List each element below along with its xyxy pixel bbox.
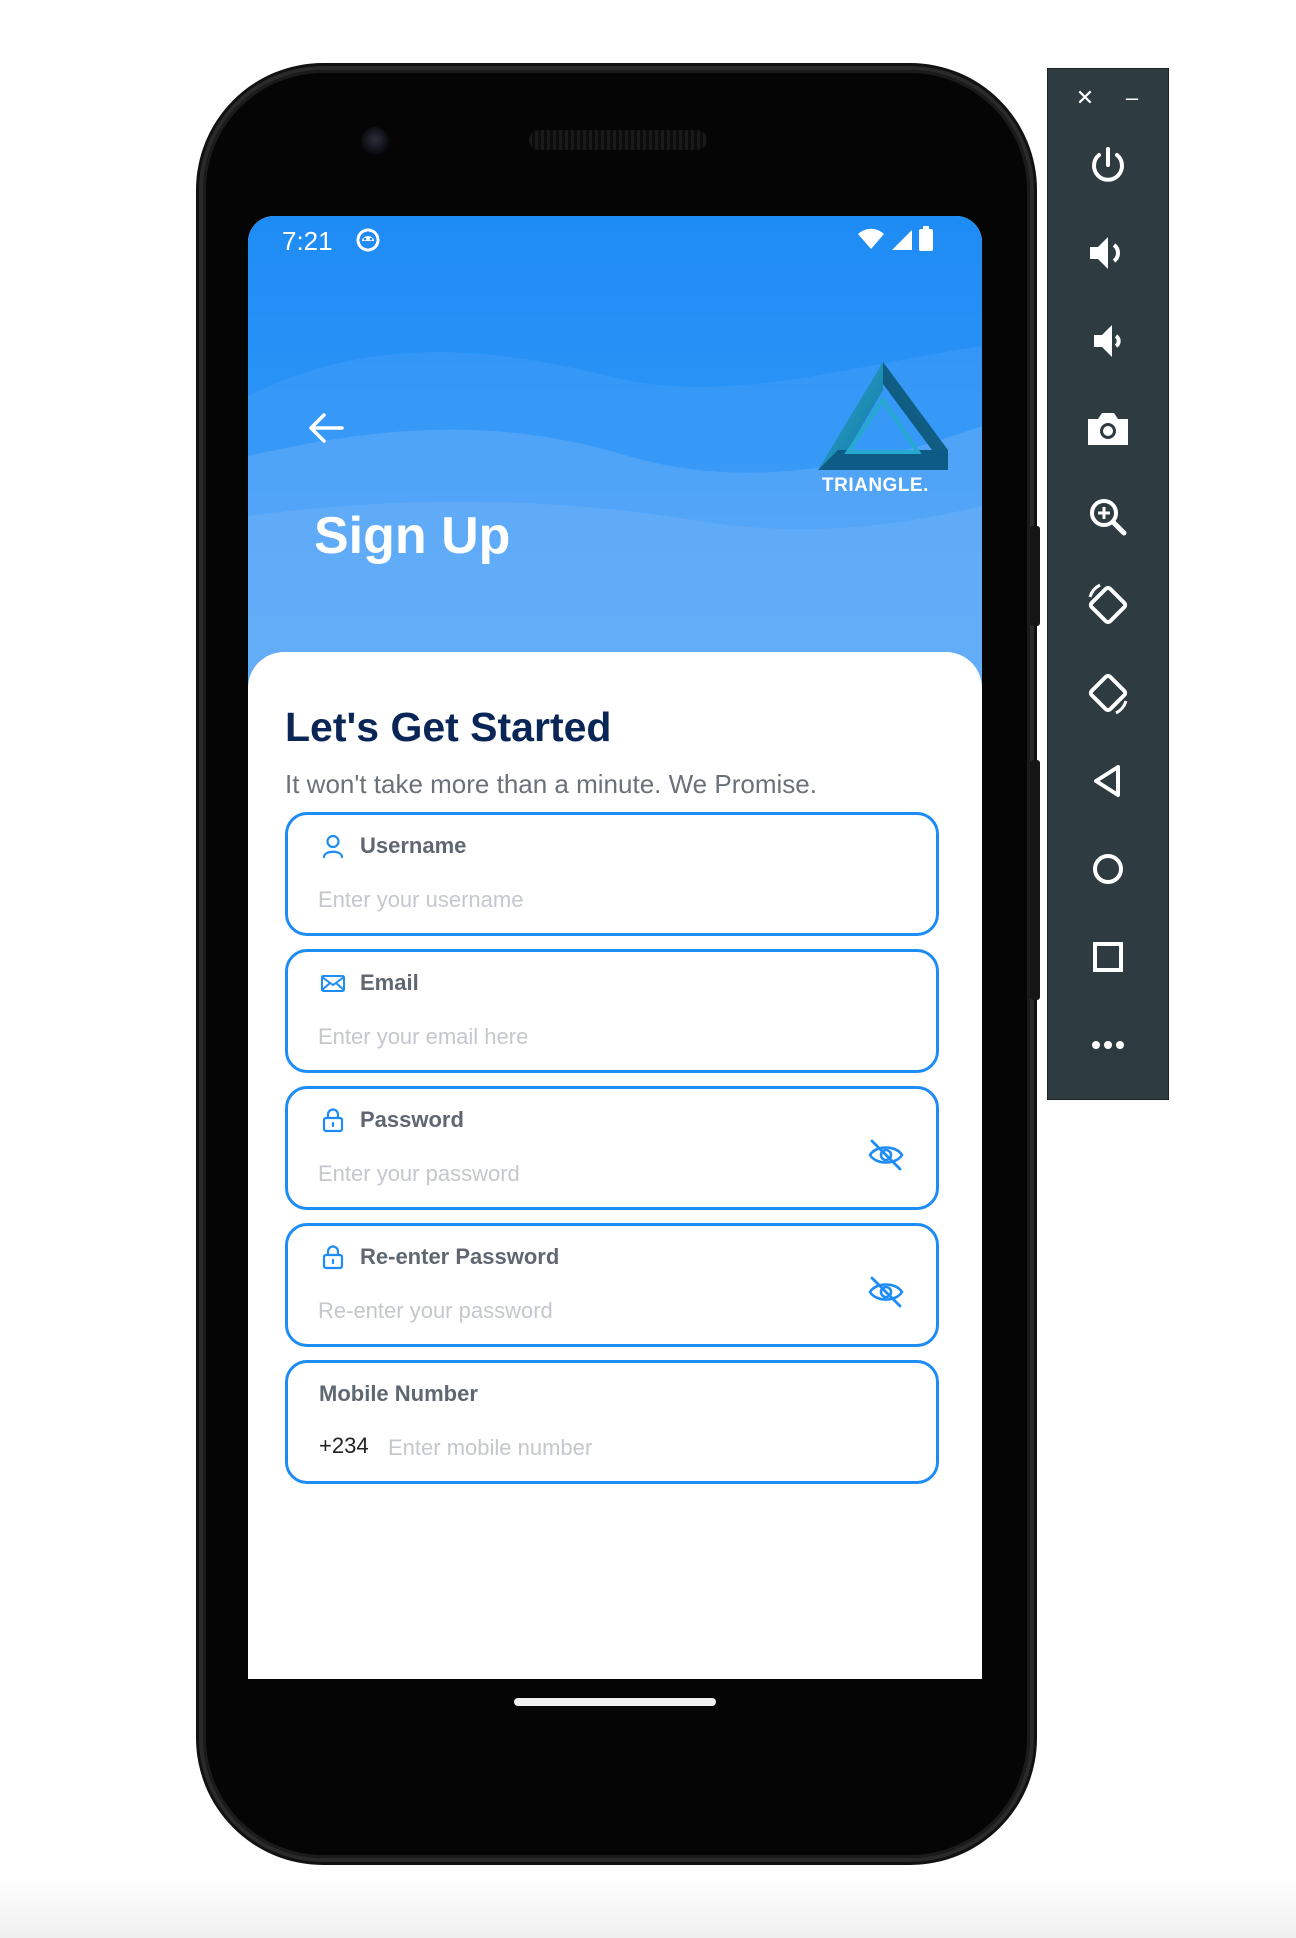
username-input[interactable] [318,883,838,917]
password-input[interactable] [318,1157,838,1191]
rotate-left-button[interactable] [1080,577,1136,633]
power-icon [1092,147,1124,182]
nav-home-button[interactable] [1080,841,1136,897]
back-arrow-icon[interactable] [304,406,348,450]
signal-icon [891,230,912,250]
minimize-icon[interactable]: – [1117,83,1147,113]
gesture-home-bar[interactable] [514,1698,716,1706]
mobile-number-label: Mobile Number [319,1381,478,1406]
zoom-in-icon [1090,499,1127,536]
password-field[interactable]: Password [285,1086,939,1210]
android-notification-icon [356,228,380,252]
mobile-number-input[interactable] [388,1431,848,1465]
signup-card: Let's Get Started It won't take more tha… [248,652,982,1679]
battery-icon [919,226,933,251]
country-code-prefix[interactable]: +234 [319,1433,369,1459]
header: 7:21 TRIANGLE. Sign Up [248,216,982,686]
status-time: 7:21 [282,226,333,256]
close-icon[interactable]: ✕ [1070,83,1100,113]
page-title: Sign Up [314,507,511,565]
power-button[interactable] [1080,137,1136,193]
mail-icon [321,975,345,992]
logo-text: TRIANGLE. [822,475,929,496]
camera-icon [1088,413,1128,445]
more-options-button[interactable] [1080,1017,1136,1073]
circle-home-icon [1093,854,1123,884]
email-input[interactable] [318,1020,838,1054]
phone-side-button [1030,526,1040,626]
reenter-password-field[interactable]: Re-enter Password [285,1223,939,1347]
more-dots-icon [1092,1041,1124,1049]
rotate-right-button[interactable] [1080,665,1136,721]
volume-up-icon [1090,237,1120,269]
emulator-toolbar: ✕ – [1047,68,1169,1100]
screenshot-button[interactable] [1080,401,1136,457]
volume-up-button[interactable] [1080,225,1136,281]
phone-volume-rocker [1030,760,1040,1000]
rotate-left-icon [1088,583,1128,625]
page-bottom-fade [0,1878,1296,1938]
reenter-password-input[interactable] [318,1294,838,1328]
status-bar: 7:21 [248,216,982,266]
volume-down-button[interactable] [1080,313,1136,369]
status-icons [857,226,934,257]
triangle-back-icon [1094,765,1120,797]
lock-icon [322,1245,344,1270]
wifi-icon [858,228,885,249]
email-label: Email [360,970,419,995]
username-field[interactable]: Username [285,812,939,936]
volume-down-icon [1094,325,1121,357]
lock-icon [322,1108,344,1133]
earpiece-speaker [529,130,707,150]
zoom-button[interactable] [1080,489,1136,545]
eye-off-icon[interactable] [866,1272,906,1312]
password-label: Password [360,1107,464,1132]
nav-overview-button[interactable] [1080,929,1136,985]
user-icon [322,834,344,859]
nav-back-button[interactable] [1080,753,1136,809]
front-camera [361,127,389,155]
email-field[interactable]: Email [285,949,939,1073]
rotate-right-icon [1088,673,1128,715]
username-label: Username [360,833,467,858]
mobile-number-field[interactable]: Mobile Number +234 [285,1360,939,1484]
reenter-password-label: Re-enter Password [360,1244,560,1269]
square-overview-icon [1093,942,1123,972]
toolbar-window-controls: ✕ – [1048,83,1168,113]
card-subtitle: It won't take more than a minute. We Pro… [285,769,817,799]
phone-screen: 7:21 TRIANGLE. Sign Up Let's Get Started… [248,216,982,1679]
card-heading: Let's Get Started [285,704,612,750]
eye-off-icon[interactable] [866,1135,906,1175]
